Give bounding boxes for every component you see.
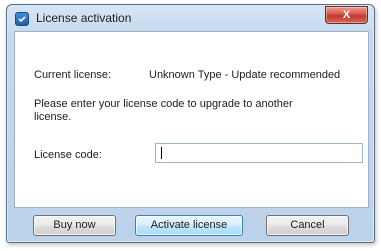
window-title: License activation	[36, 11, 132, 25]
current-license-value: Unknown Type - Update recommended	[149, 69, 341, 81]
dialog-body: Current license: Unknown Type - Update r…	[14, 31, 369, 208]
activate-license-button[interactable]: Activate license	[135, 215, 243, 236]
instruction-text: Please enter your license code to upgrad…	[34, 98, 293, 123]
license-code-input[interactable]	[155, 143, 363, 163]
cancel-button[interactable]: Cancel	[266, 215, 349, 236]
text-caret	[161, 147, 162, 159]
current-license-label: Current license:	[34, 69, 112, 81]
close-button[interactable]: X	[325, 6, 368, 24]
license-activation-dialog: License activation X Current license: Un…	[6, 4, 375, 243]
button-bar: Buy now Activate license Cancel	[14, 207, 369, 240]
license-code-label: License code:	[34, 149, 102, 161]
buy-now-button[interactable]: Buy now	[33, 215, 116, 236]
title-bar[interactable]: License activation X	[7, 5, 374, 31]
app-icon	[15, 12, 29, 26]
close-icon: X	[342, 9, 351, 21]
